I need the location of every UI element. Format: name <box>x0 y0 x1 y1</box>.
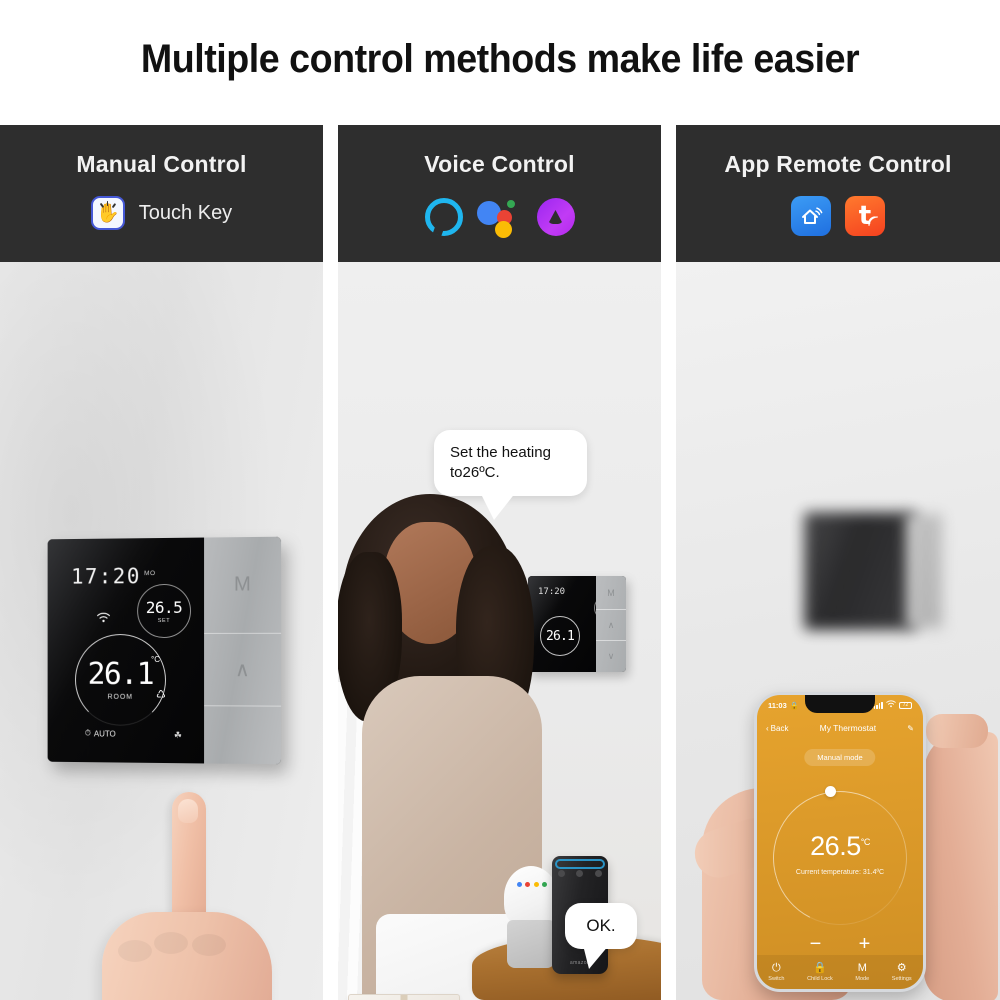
thermostat-key-panel: M ∧ ∨ <box>596 576 626 672</box>
page-title: Multiple control methods make life easie… <box>141 37 859 82</box>
thermostat-device-manual[interactable]: 17:20 MO 26.5 SET <box>48 537 281 765</box>
alexa-icon <box>425 198 463 236</box>
increase-temp-button[interactable]: + <box>859 933 871 956</box>
manual-scene: 17:20 MO 26.5 SET <box>0 262 323 1000</box>
speech-bubble-command: Set the heating to26ºC. <box>434 430 587 496</box>
touch-key-icon: ✋ <box>91 196 125 230</box>
battery-level: 72 <box>903 702 909 708</box>
panel-manual-control: Manual Control ✋ Touch Key M ∧ <box>0 125 323 1000</box>
panel-app-remote-control: App Remote Control t 11:03 🔒 72 ‹ Back M… <box>676 125 1000 1000</box>
chevron-left-icon: ‹ <box>766 724 769 733</box>
nav-label: Child Lock <box>807 976 833 982</box>
nav-item-child-lock[interactable]: 🔒 Child Lock <box>807 963 833 982</box>
tuya-wave-icon <box>868 203 878 233</box>
status-left: 11:03 🔒 <box>768 701 799 710</box>
nav-item-switch[interactable]: ⏻ Switch <box>768 963 784 982</box>
badge-row-manual: ✋ Touch Key <box>91 196 232 230</box>
badge-label-touch-key: Touch Key <box>139 202 232 225</box>
speech-bubble-reply-text: OK. <box>575 915 627 937</box>
edit-pencil-icon[interactable]: ✎ <box>907 724 914 733</box>
set-temperature-value: 26.5°C <box>773 831 907 862</box>
panel-heading: App Remote Control <box>724 151 951 178</box>
smartphone[interactable]: 11:03 🔒 72 ‹ Back My Thermostat ✎ Manual… <box>754 692 926 992</box>
key-up[interactable]: ∧ <box>596 610 626 641</box>
supporting-hand <box>924 732 998 1000</box>
app-header: ‹ Back My Thermostat ✎ <box>757 719 923 737</box>
voice-scene: 17:20 26.5 26.1 M ∧ ∨ <box>338 262 661 1000</box>
status-lock-icon: 🔒 <box>790 701 799 710</box>
key-down[interactable] <box>204 706 281 764</box>
google-home-base <box>507 920 555 968</box>
power-icon: ⏻ <box>772 963 781 974</box>
alice-assistant-icon <box>537 198 575 236</box>
google-home-top <box>504 866 558 928</box>
panel-voice-control: Voice Control 17:20 26.5 26.1 <box>338 125 661 1000</box>
key-down[interactable]: ∨ <box>596 641 626 672</box>
signal-icon <box>874 702 883 709</box>
temperature-dial[interactable]: 26.5°C Current temperature: 31.4ºC <box>773 791 907 925</box>
panel-header-voice: Voice Control <box>338 125 661 262</box>
thermostat-key-panel: M ∧ <box>204 537 281 765</box>
back-button[interactable]: ‹ Back <box>766 724 788 733</box>
nav-label: Settings <box>892 976 912 982</box>
battery-icon: 72 <box>899 702 912 709</box>
tuya-app-icon: t <box>845 196 885 236</box>
decrease-temp-button[interactable]: − <box>810 933 822 956</box>
phone-screen: 11:03 🔒 72 ‹ Back My Thermostat ✎ Manual… <box>757 695 923 989</box>
speech-bubble-command-text: Set the heating to26ºC. <box>450 443 571 483</box>
speech-bubble-reply: OK. <box>565 903 637 949</box>
panels-row: Manual Control ✋ Touch Key M ∧ Voice Con… <box>0 125 1000 1000</box>
phone-notch <box>805 695 875 713</box>
hand-holding-phone: 11:03 🔒 72 ‹ Back My Thermostat ✎ Manual… <box>688 692 988 1000</box>
fist <box>102 912 272 1000</box>
finger <box>926 714 988 748</box>
google-assistant-icon <box>477 196 523 238</box>
nav-label: Switch <box>768 976 784 982</box>
key-mode[interactable]: M <box>596 576 626 610</box>
status-time: 11:03 <box>768 701 787 710</box>
tap-spark-icon <box>101 201 115 208</box>
app-scene: 11:03 🔒 72 ‹ Back My Thermostat ✎ Manual… <box>676 262 1000 1000</box>
screen-title: My Thermostat <box>820 723 877 733</box>
settings-icon: ⚙ <box>897 963 907 974</box>
blurred-wall-thermostat <box>804 512 916 630</box>
nav-item-mode[interactable]: M Mode <box>855 963 869 982</box>
title-bar: Multiple control methods make life easie… <box>0 0 1000 118</box>
key-up[interactable]: ∧ <box>204 634 281 707</box>
panel-header-manual: Manual Control ✋ Touch Key <box>0 125 323 262</box>
echo-buttons <box>552 868 608 878</box>
nav-label: Mode <box>855 976 869 982</box>
badge-row-app: t <box>791 196 885 236</box>
stepper-row: − + <box>757 933 923 956</box>
pointing-hand <box>96 792 286 1000</box>
google-home-speaker <box>504 866 558 968</box>
panel-header-app: App Remote Control t <box>676 125 1000 262</box>
panel-heading: Voice Control <box>424 151 574 178</box>
nav-item-settings[interactable]: ⚙ Settings <box>892 963 912 982</box>
bottom-nav-bar: ⏻ Switch 🔒 Child Lock M Mode ⚙ Settings <box>757 955 923 989</box>
fingernail <box>178 799 198 823</box>
smart-life-app-icon <box>791 196 831 236</box>
product-feature-poster: Multiple control methods make life easie… <box>0 0 1000 1000</box>
key-mode[interactable]: M <box>204 537 281 634</box>
glass-reflection <box>48 538 204 764</box>
status-right: 72 <box>874 700 912 710</box>
temperature-unit: °C <box>861 837 870 847</box>
dial-knob[interactable] <box>825 786 836 797</box>
mode-pill[interactable]: Manual mode <box>804 749 875 766</box>
google-home-leds <box>517 882 547 894</box>
badge-row-voice <box>425 196 575 238</box>
lock-icon: 🔒 <box>813 963 827 974</box>
current-temperature-label: Current temperature: 31.4ºC <box>773 869 907 876</box>
blurred-wall-plate <box>906 514 942 628</box>
wifi-icon <box>886 700 896 710</box>
back-label: Back <box>771 724 789 733</box>
panel-heading: Manual Control <box>76 151 246 178</box>
mode-icon: M <box>858 963 867 974</box>
carried-boxes <box>338 994 464 1000</box>
